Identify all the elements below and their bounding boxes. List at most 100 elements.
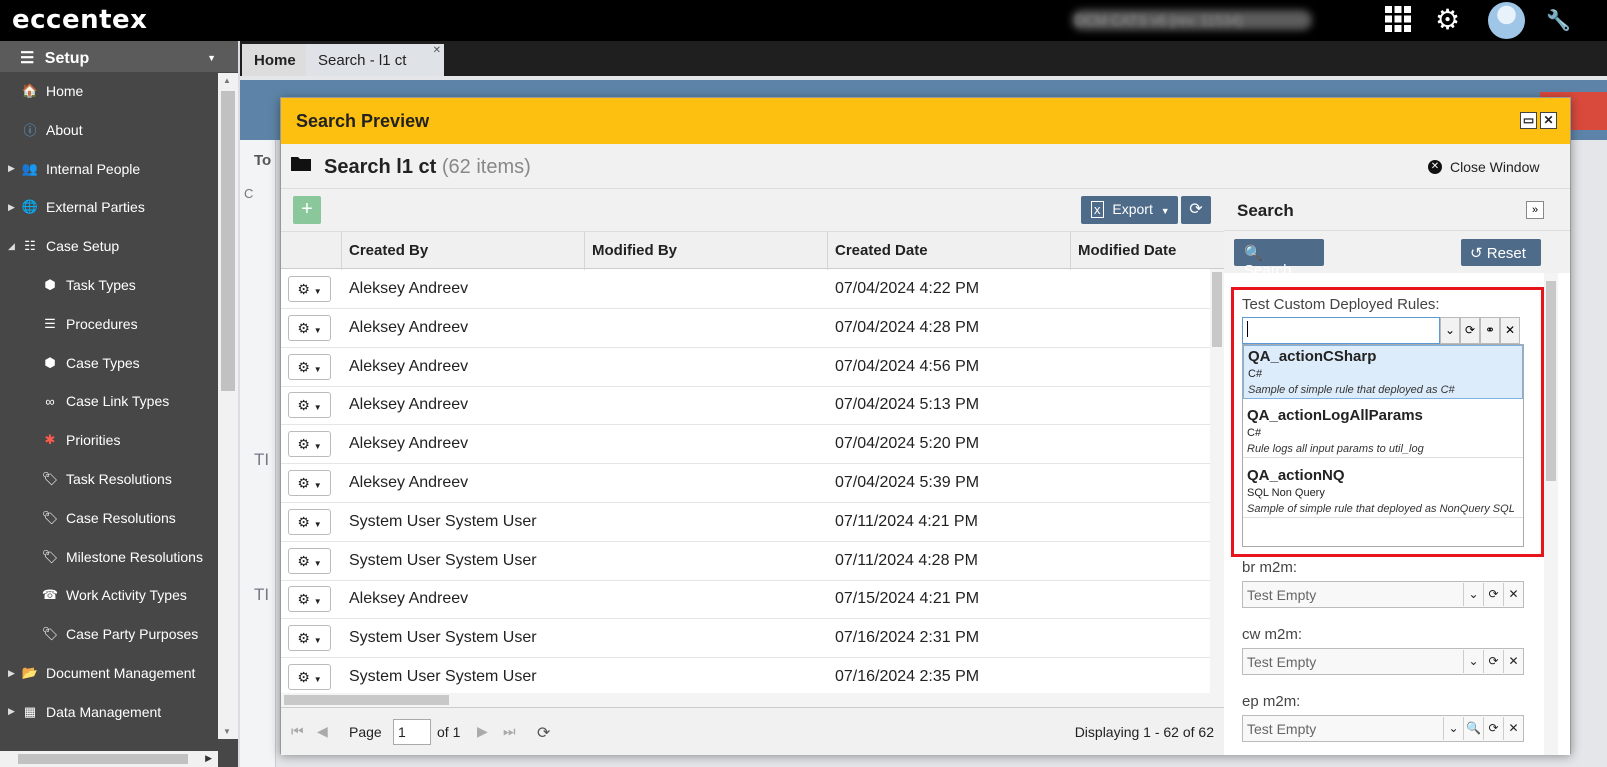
- combo-field[interactable]: Test Empty ⌄ 🔍 ⟳ ✕: [1242, 715, 1524, 742]
- maximize-icon[interactable]: ▭: [1520, 112, 1537, 129]
- refresh-icon[interactable]: ⟳: [1460, 317, 1480, 344]
- refresh-icon[interactable]: ⟳: [1483, 717, 1503, 740]
- column-header-created-date[interactable]: Created Date: [835, 242, 928, 259]
- collapse-panel-icon[interactable]: »: [1526, 201, 1544, 219]
- reset-button[interactable]: ↺ Reset: [1461, 239, 1541, 266]
- expand-icon[interactable]: ▶: [8, 163, 15, 174]
- combo-field[interactable]: Test Empty ⌄ ⟳ ✕: [1242, 648, 1524, 675]
- scrollbar-thumb[interactable]: [221, 91, 235, 391]
- sidebar-horizontal-scrollbar[interactable]: ▶: [0, 751, 218, 767]
- table-row[interactable]: ⚙ ▼ Aleksey Andreev 07/04/2024 4:56 PM: [281, 347, 1210, 387]
- row-actions-button[interactable]: ⚙ ▼: [288, 625, 331, 652]
- prev-page-icon[interactable]: ◀: [317, 723, 328, 740]
- clear-icon[interactable]: ✕: [1503, 583, 1523, 606]
- combo-field[interactable]: Test Empty ⌄ ⟳ ✕: [1242, 581, 1524, 608]
- scrollbar-thumb[interactable]: [18, 754, 188, 764]
- expand-icon[interactable]: ▶: [8, 706, 15, 717]
- gear-icon[interactable]: ⚙: [1435, 3, 1460, 36]
- dropdown-option[interactable]: QA_actionLogAllParams C# Rule logs all inp…: [1243, 405, 1523, 458]
- close-tab-icon[interactable]: ✕: [433, 45, 441, 56]
- sidebar-item-internal-people[interactable]: ▶ 👥 Internal People: [8, 150, 140, 188]
- row-actions-button[interactable]: ⚙ ▼: [288, 431, 331, 458]
- row-actions-button[interactable]: ⚙ ▼: [288, 470, 331, 496]
- clear-icon[interactable]: ✕: [1503, 650, 1523, 673]
- app-logo[interactable]: eccentex: [12, 5, 147, 35]
- last-page-icon[interactable]: ⏭: [503, 723, 516, 740]
- chevron-down-icon[interactable]: ⌄: [1463, 650, 1483, 673]
- user-avatar[interactable]: [1488, 2, 1525, 39]
- close-window-button[interactable]: ✕ Close Window: [1428, 159, 1539, 175]
- next-page-icon[interactable]: ▶: [477, 723, 488, 740]
- wrench-icon[interactable]: 🔧: [1546, 8, 1571, 33]
- add-button[interactable]: +: [293, 196, 321, 224]
- refresh-icon[interactable]: ⟳: [537, 723, 550, 743]
- sidebar-item-case-types[interactable]: ⬢ Case Types: [40, 344, 139, 382]
- expand-icon[interactable]: ▶: [8, 668, 15, 679]
- chevron-down-icon[interactable]: ⌄: [1440, 317, 1460, 344]
- chevron-down-icon[interactable]: ⌄: [1443, 717, 1463, 740]
- row-actions-button[interactable]: ⚙ ▼: [288, 664, 331, 690]
- sidebar-item-case-setup[interactable]: ◢ ☷ Case Setup: [8, 227, 119, 265]
- column-header-created-by[interactable]: Created By: [349, 242, 428, 259]
- clear-icon[interactable]: ✕: [1500, 317, 1520, 344]
- search-button[interactable]: 🔍 Search: [1234, 239, 1324, 279]
- sidebar-item-external-parties[interactable]: ▶ 🌐 External Parties: [8, 188, 145, 226]
- row-actions-button[interactable]: ⚙ ▼: [288, 547, 331, 574]
- scroll-down-icon[interactable]: ▼: [223, 727, 231, 736]
- grid-horizontal-scrollbar[interactable]: [281, 693, 1210, 707]
- chevron-down-icon[interactable]: ⌄: [1463, 583, 1483, 606]
- row-actions-button[interactable]: ⚙ ▼: [288, 353, 331, 380]
- expand-icon[interactable]: ◢: [8, 241, 15, 252]
- sidebar-item-data-management[interactable]: ▶ ▦ Data Management: [8, 693, 161, 731]
- apps-grid-icon[interactable]: [1385, 6, 1411, 39]
- sidebar-item-case-link-types[interactable]: ∞ Case Link Types: [40, 382, 169, 420]
- close-icon[interactable]: ✕: [1540, 112, 1557, 129]
- row-actions-button[interactable]: ⚙ ▼: [288, 508, 331, 535]
- expand-icon[interactable]: ▶: [8, 202, 15, 213]
- clear-icon[interactable]: ✕: [1503, 717, 1523, 740]
- table-row[interactable]: ⚙ ▼ Aleksey Andreev 07/04/2024 4:22 PM: [281, 269, 1210, 309]
- window-titlebar[interactable]: Search Preview ▭ ✕: [281, 98, 1570, 144]
- link-icon[interactable]: ⚭: [1480, 317, 1500, 344]
- table-row[interactable]: ⚙ ▼ Aleksey Andreev 07/04/2024 5:13 PM: [281, 385, 1210, 426]
- sidebar-item-home[interactable]: 🏠 Home: [20, 72, 83, 110]
- refresh-icon[interactable]: ⟳: [1483, 650, 1503, 673]
- table-row[interactable]: ⚙ ▼ System User System User 07/16/2024 2:3…: [281, 618, 1210, 659]
- scroll-up-icon[interactable]: ▲: [223, 76, 231, 85]
- scrollbar-thumb[interactable]: [1212, 272, 1222, 347]
- column-header-modified-date[interactable]: Modified Date: [1078, 242, 1176, 259]
- tab-search-l1-ct[interactable]: Search - l1 ct ✕: [306, 44, 444, 76]
- export-button[interactable]: x Export ▼: [1081, 196, 1178, 224]
- table-row[interactable]: ⚙ ▼ System User System User 07/16/2024 2:3…: [281, 657, 1210, 697]
- search-panel-scrollbar[interactable]: [1544, 273, 1558, 755]
- refresh-icon[interactable]: ⟳: [1483, 583, 1503, 606]
- custom-rules-input[interactable]: [1242, 317, 1440, 344]
- row-actions-button[interactable]: ⚙ ▼: [288, 586, 331, 613]
- sidebar-item-about[interactable]: ⓘ About: [20, 111, 82, 149]
- table-row[interactable]: ⚙ ▼ System User System User 07/11/2024 4:2…: [281, 541, 1210, 581]
- sidebar-item-procedures[interactable]: ☰ Procedures: [40, 305, 137, 343]
- row-actions-button[interactable]: ⚙ ▼: [288, 392, 331, 419]
- sidebar-item-task-resolutions[interactable]: 🏷 Task Resolutions: [40, 460, 172, 498]
- sidebar-item-case-party-purposes[interactable]: 🏷 Case Party Purposes: [40, 615, 199, 653]
- sidebar-item-case-resolutions[interactable]: 🏷 Case Resolutions: [40, 499, 176, 537]
- dropdown-option[interactable]: QA_actionCSharp C# Sample of simple rule t…: [1243, 345, 1523, 399]
- table-row[interactable]: ⚙ ▼ System User System User 07/11/2024 4:2…: [281, 502, 1210, 542]
- sidebar-item-document-management[interactable]: ▶ 📂 Document Management: [8, 654, 195, 692]
- scrollbar-thumb[interactable]: [1546, 281, 1556, 481]
- table-row[interactable]: ⚙ ▼ Aleksey Andreev 07/04/2024 5:39 PM: [281, 463, 1210, 503]
- dropdown-option[interactable]: QA_actionNQ SQL Non Query Sample of simple…: [1243, 465, 1523, 518]
- sidebar-header[interactable]: ☰ Setup ▼: [0, 41, 238, 72]
- table-row[interactable]: ⚙ ▼ Aleksey Andreev 07/04/2024 4:28 PM: [281, 308, 1210, 348]
- sidebar-item-priorities[interactable]: ✱ Priorities: [40, 421, 121, 459]
- row-actions-button[interactable]: ⚙ ▼: [288, 276, 331, 302]
- search-icon[interactable]: 🔍: [1463, 717, 1483, 740]
- row-actions-button[interactable]: ⚙ ▼: [288, 314, 331, 341]
- tab-home[interactable]: Home: [242, 44, 308, 76]
- scroll-right-icon[interactable]: ▶: [205, 753, 212, 764]
- refresh-button[interactable]: ⟳: [1181, 196, 1211, 224]
- column-header-modified-by[interactable]: Modified By: [592, 242, 677, 259]
- sidebar-scrollbar[interactable]: ▲ ▼: [218, 73, 238, 739]
- sidebar-item-milestone-resolutions[interactable]: 🏷 Milestone Resolutions: [40, 538, 203, 576]
- scrollbar-thumb[interactable]: [284, 695, 449, 705]
